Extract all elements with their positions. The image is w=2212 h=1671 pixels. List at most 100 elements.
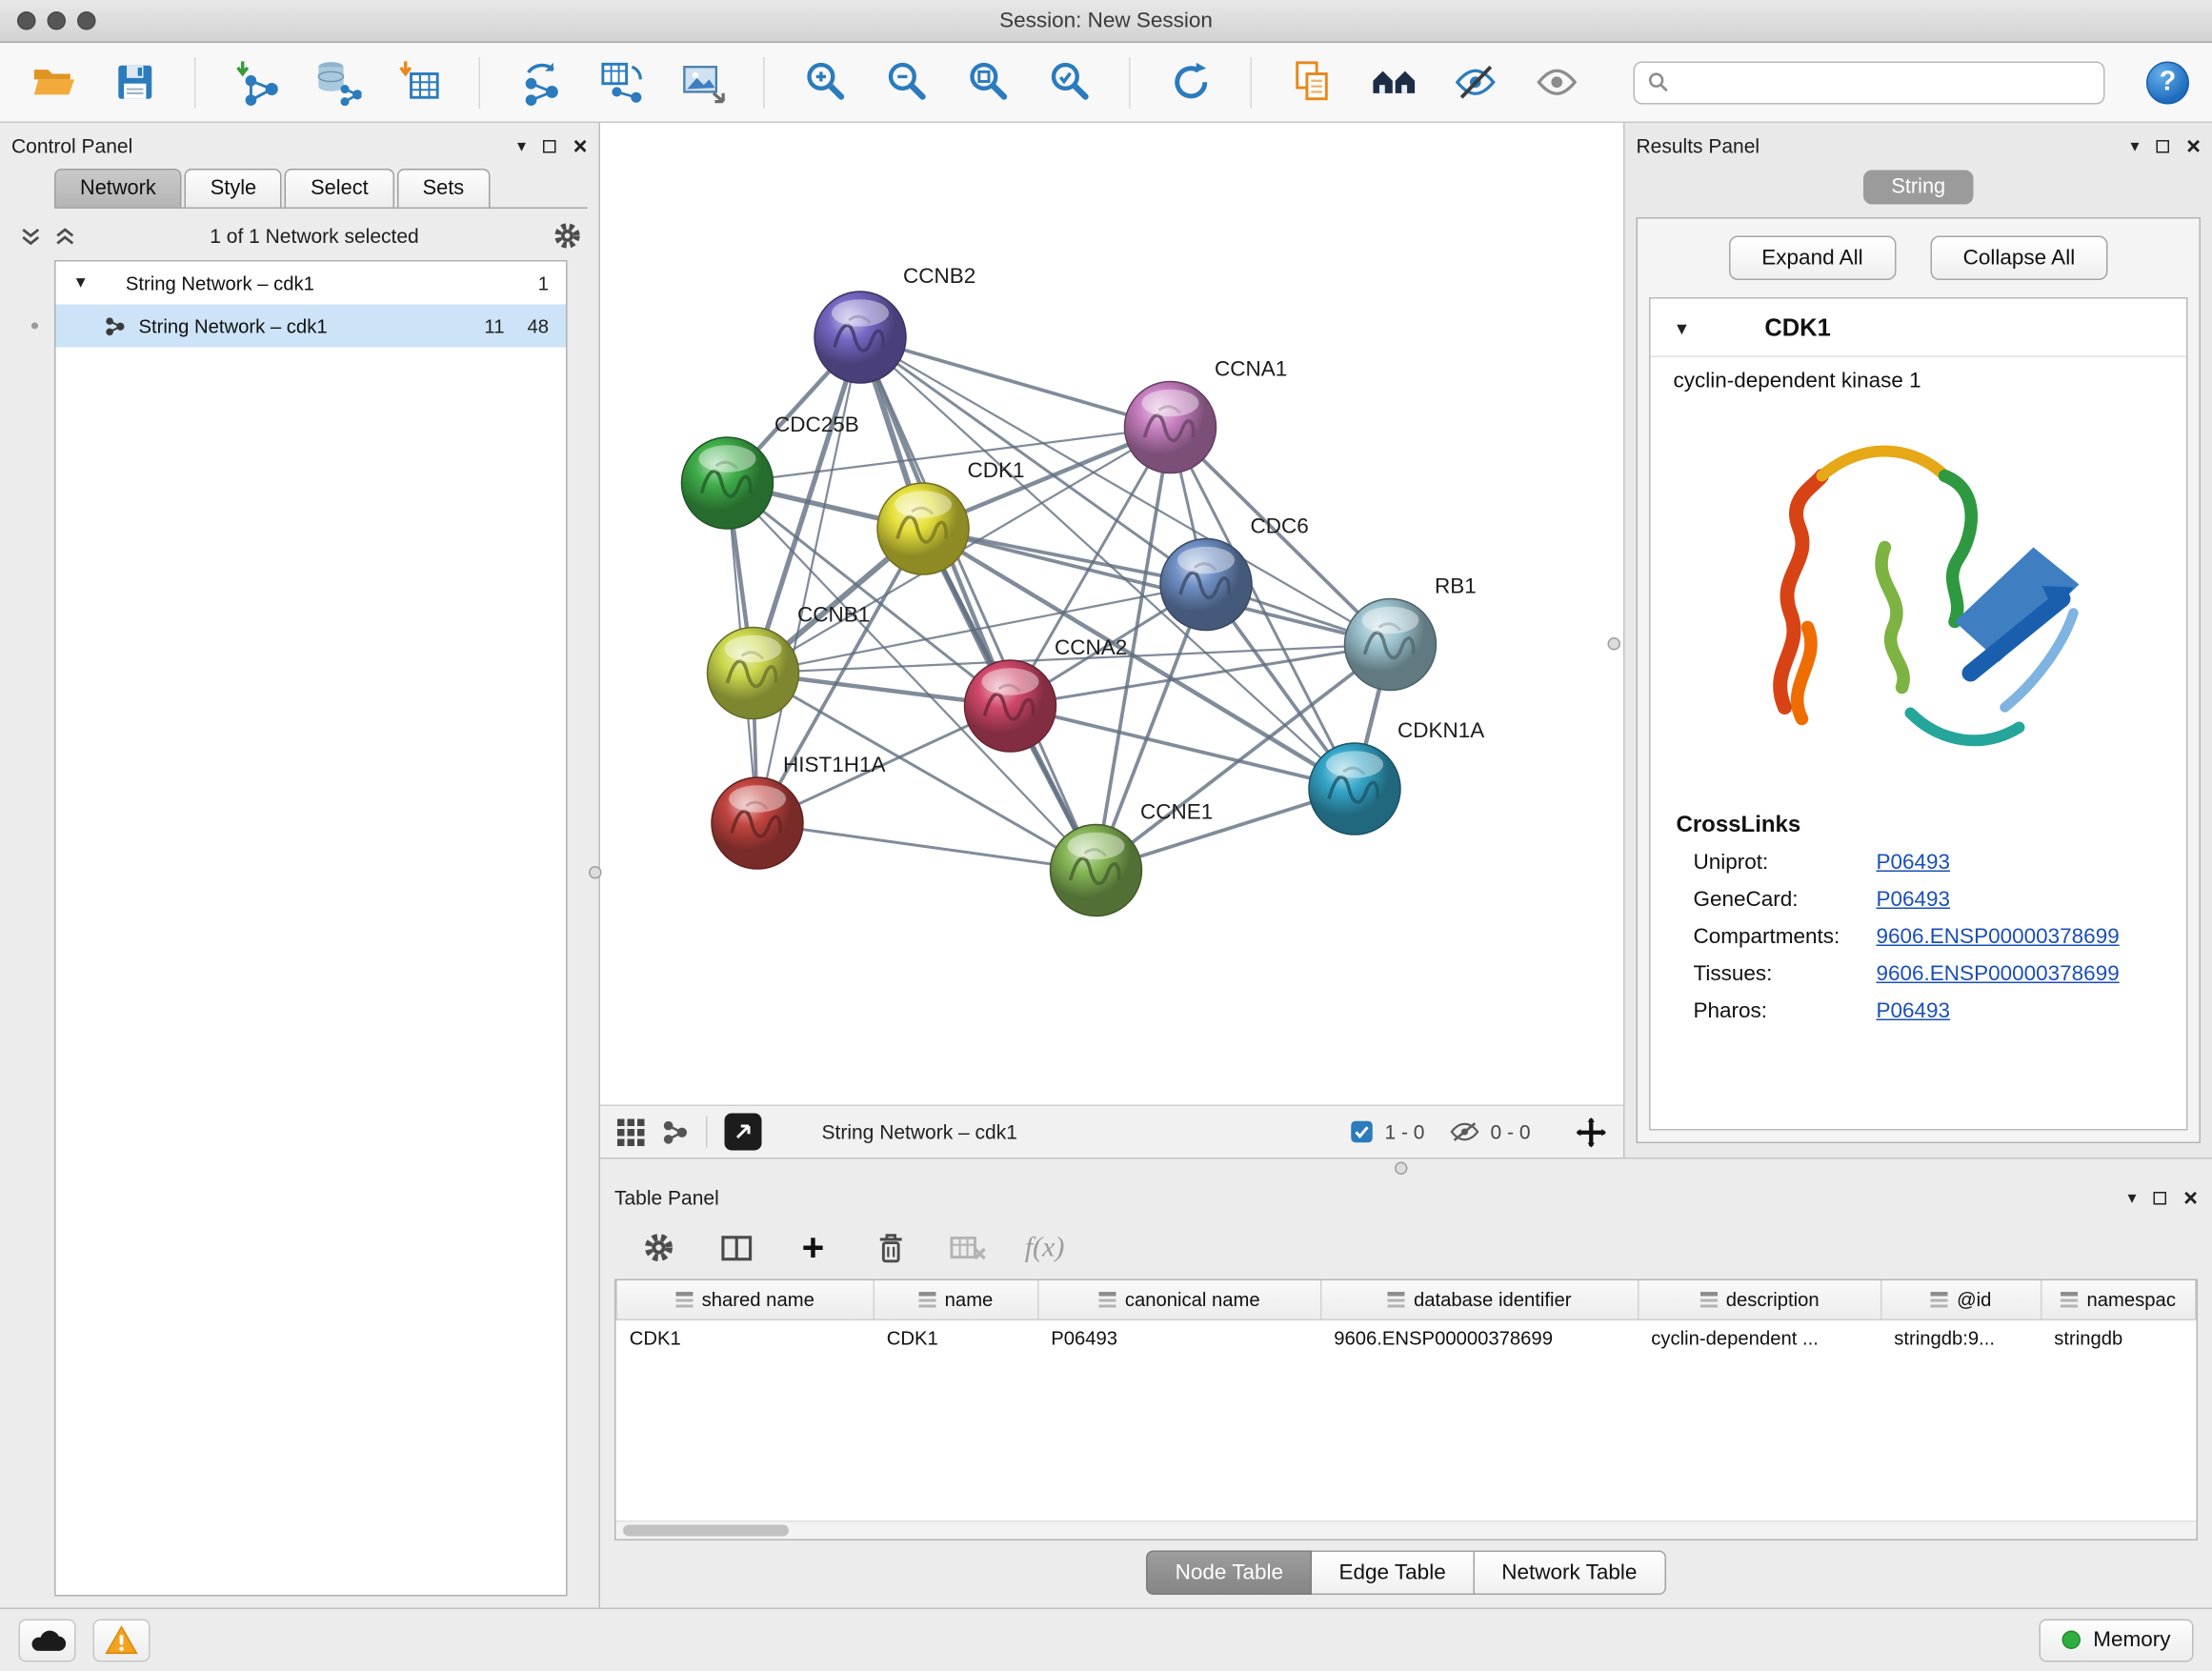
delete-column-button[interactable] [872,1229,909,1266]
zoom-fit-button[interactable] [957,52,1017,112]
results-splitter-handle[interactable] [1608,637,1621,651]
search-input[interactable] [1679,70,2091,93]
grid-view-icon[interactable] [617,1118,645,1146]
memory-button[interactable]: Memory [2039,1619,2193,1661]
control-panel-close-button[interactable]: × [573,133,588,158]
import-network-from-database-button[interactable] [308,52,368,112]
splitter-handle[interactable] [1395,1162,1408,1176]
column-header-description[interactable]: description [1639,1280,1881,1319]
tab-network-table[interactable]: Network Table [1475,1551,1666,1596]
column-header-shared-name[interactable]: shared name [616,1280,874,1319]
crosslink-pharos-link[interactable]: P06493 [1877,999,1951,1024]
crosslink-tissues-link[interactable]: 9606.ENSP00000378699 [1877,962,2120,987]
node-label-rb1: RB1 [1435,574,1477,598]
zoom-in-button[interactable] [794,52,855,112]
control-panel-title: Control Panel [11,134,132,157]
horizontal-scrollbar[interactable] [616,1520,2197,1540]
warnings-button[interactable] [93,1619,151,1661]
table-row[interactable]: CDK1CDK1P064939606.ENSP00000378699cyclin… [616,1319,2196,1357]
column-header-namespac[interactable]: namespac [2041,1280,2196,1319]
tab-style[interactable]: Style [185,169,282,208]
tab-network[interactable]: Network [54,169,182,208]
tab-string[interactable]: String [1862,171,1974,205]
control-panel-menu-button[interactable]: ▾ [517,137,526,154]
crosslink-compartments-link[interactable]: 9606.ENSP00000378699 [1877,925,2120,950]
network-row-selected[interactable]: String Network – cdk1 11 48 [56,305,567,348]
hidden-eye-slash-icon[interactable] [1450,1120,1478,1143]
gene-section-caret[interactable]: ▼ [1674,319,1691,339]
refresh-view-button[interactable] [1160,52,1220,112]
table-panel-close-button[interactable]: × [2183,1185,2198,1210]
collapse-all-button[interactable]: Collapse All [1930,236,2108,281]
collapse-all-icon[interactable] [20,225,42,247]
vertical-splitter-handle[interactable] [589,866,602,879]
crosslink-uniprot-link[interactable]: P06493 [1877,851,1951,876]
tab-node-table[interactable]: Node Table [1147,1551,1312,1596]
node-label-ccnb2: CCNB2 [903,264,975,288]
column-header-name[interactable]: name [874,1280,1038,1319]
open-session-button[interactable] [23,52,83,112]
cloud-status-button[interactable] [19,1619,76,1661]
show-all-button[interactable] [1526,52,1586,112]
tab-select[interactable]: Select [285,169,393,208]
collection-expand-caret[interactable]: ▼ [73,274,89,292]
control-panel-float-button[interactable] [543,139,556,152]
crosslink-genecard-link[interactable]: P06493 [1877,888,1951,913]
memory-label: Memory [2093,1628,2170,1653]
zoom-out-button[interactable] [876,52,936,112]
pan-crosshair-icon[interactable] [1577,1117,1607,1147]
tab-sets[interactable]: Sets [397,169,491,208]
import-table-from-file-button[interactable] [389,52,449,112]
current-network-title: String Network – cdk1 [822,1120,1017,1143]
column-header-canonical-name[interactable]: canonical name [1038,1280,1321,1319]
crosslink-label: GeneCard: [1694,888,1877,913]
delete-table-button-disabled[interactable] [949,1229,986,1266]
add-column-button[interactable]: + [794,1229,832,1266]
open-in-window-button[interactable] [725,1114,762,1151]
horizontal-splitter[interactable] [600,1158,2212,1178]
network-edge-ccnb2-hist1h1a[interactable] [757,337,860,823]
import-network-from-file-button[interactable] [226,52,286,112]
crosslink-label: Compartments: [1694,925,1877,950]
network-canvas[interactable]: CCNB2CCNA1CDC25BCDK1CDC6RB1CCNB1CCNA2CDK… [600,123,1623,1105]
expand-all-button[interactable]: Expand All [1729,236,1896,281]
export-image-button[interactable] [674,52,734,112]
table-settings-button[interactable] [640,1229,677,1266]
search-box[interactable] [1634,61,2105,104]
window-close-button[interactable] [17,11,36,30]
network-table-icon [598,59,646,107]
scrollbar-thumb[interactable] [623,1525,789,1537]
hide-selected-button[interactable] [1445,52,1505,112]
table-panel-menu-button[interactable]: ▾ [2128,1189,2137,1206]
new-network-button[interactable] [511,52,571,112]
tab-edge-table[interactable]: Edge Table [1312,1551,1475,1596]
copy-button[interactable] [1282,52,1342,112]
network-list-view-icon[interactable] [662,1118,690,1146]
network-edge-ccnb2-ccne1[interactable] [860,337,1096,871]
window-minimize-button[interactable] [48,11,67,30]
zoom-selected-button[interactable] [1039,52,1099,112]
results-panel-float-button[interactable] [2157,139,2170,152]
save-session-button[interactable] [105,52,165,112]
show-columns-button[interactable] [717,1229,754,1266]
results-panel-menu-button[interactable]: ▾ [2131,137,2140,154]
zoom-in-icon [801,59,849,107]
network-edge-hist1h1a-ccne1[interactable] [757,823,1096,871]
home-networks-button[interactable] [1363,52,1423,112]
window-zoom-button[interactable] [77,11,96,30]
new-network-from-table-button[interactable] [592,52,652,112]
network-edge-ccnb2-ccna1[interactable] [860,337,1171,428]
network-options-gear-icon[interactable] [553,222,582,251]
function-builder-button[interactable]: f(x) [1026,1229,1063,1266]
column-header--id[interactable]: @id [1881,1280,2041,1319]
save-icon [111,59,158,107]
network-collection-row[interactable]: ▼ String Network – cdk1 1 [56,262,567,305]
selected-checkbox-icon[interactable] [1350,1120,1373,1143]
column-header-database-identifier[interactable]: database identifier [1321,1280,1639,1319]
node-gloss-highlight [1326,751,1383,778]
expand-all-icon[interactable] [54,225,76,247]
node-gloss-highlight [1142,390,1199,417]
table-panel-float-button[interactable] [2154,1191,2167,1204]
results-panel-close-button[interactable]: × [2186,133,2201,158]
help-button[interactable]: ? [2146,61,2189,104]
